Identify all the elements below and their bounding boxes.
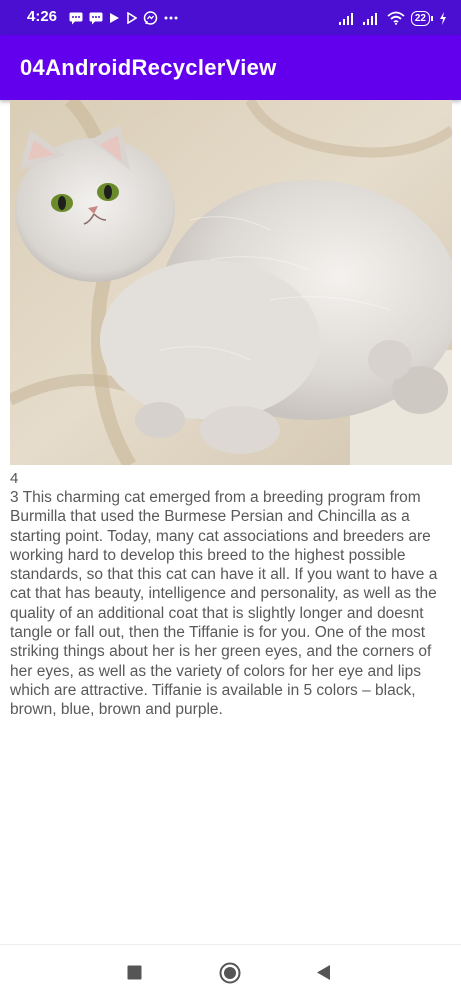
messenger-icon [143, 10, 158, 25]
cat-photo [10, 100, 452, 465]
navigation-bar [0, 944, 461, 1001]
notification-icons [69, 10, 178, 26]
recents-icon[interactable] [127, 965, 142, 980]
more-dots-icon [164, 16, 178, 20]
charging-icon [440, 11, 446, 25]
item-number: 4 [10, 470, 19, 487]
back-icon[interactable] [316, 964, 331, 981]
home-icon[interactable] [219, 962, 241, 984]
status-bar: 4:26 22 [0, 0, 461, 35]
play-icon [127, 12, 137, 24]
wifi-icon [387, 11, 405, 25]
message-icon [69, 12, 83, 24]
message-icon [89, 12, 103, 24]
status-time: 4:26 [27, 8, 58, 25]
play-store-icon [110, 13, 119, 23]
system-icons: 22 [338, 9, 447, 27]
recycler-view[interactable]: 4 3 This charming cat emerged from a bre… [0, 100, 461, 943]
cell-signal-icon [362, 12, 377, 25]
app-title: 04AndroidRecyclerView [20, 55, 277, 80]
battery-level: 22 [410, 10, 430, 26]
app-bar: 04AndroidRecyclerView [0, 35, 461, 100]
battery-icon: 22 [410, 10, 433, 26]
item-description: 3 This charming cat emerged from a breed… [10, 489, 438, 719]
cell-signal-icon [338, 12, 353, 25]
